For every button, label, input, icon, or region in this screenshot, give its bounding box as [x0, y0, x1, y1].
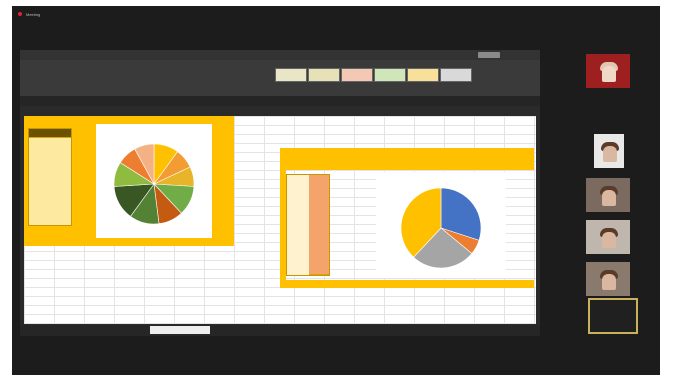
shared-screen — [20, 50, 540, 336]
meeting-window: Meeting — [12, 6, 660, 375]
left-data-table — [28, 128, 72, 226]
right-yellow-band — [280, 148, 534, 170]
worksheet-grid[interactable] — [24, 116, 536, 324]
participant-video-tile[interactable] — [586, 178, 630, 212]
participants-panel — [572, 50, 650, 340]
right-pie-chart[interactable] — [376, 172, 506, 278]
excel-ribbon — [20, 60, 540, 96]
participant-video-tile[interactable] — [586, 220, 630, 254]
cell-style-neutral[interactable] — [308, 68, 340, 82]
recording-indicator-icon — [18, 12, 22, 16]
left-pie-svg — [113, 143, 195, 225]
active-speaker-tile[interactable] — [588, 298, 638, 334]
cell-style-check[interactable] — [440, 68, 472, 82]
right-pie-slices — [400, 187, 482, 269]
cell-style-good[interactable] — [374, 68, 406, 82]
sheet-tab[interactable] — [150, 326, 210, 334]
cell-style-bad[interactable] — [341, 68, 373, 82]
meeting-topbar: Meeting — [12, 6, 660, 22]
meeting-title: Meeting — [26, 11, 41, 17]
participant-video-tile[interactable] — [586, 262, 630, 296]
right-yellow-bottom — [280, 280, 534, 288]
cell-style-normal[interactable] — [275, 68, 307, 82]
excel-status-bar — [20, 325, 540, 336]
participant-video-tile[interactable] — [586, 54, 630, 88]
left-pie-chart[interactable] — [96, 124, 212, 238]
left-pie-slices — [113, 143, 195, 225]
participant-video-tile[interactable] — [594, 134, 624, 168]
meeting-bottom-bar — [12, 344, 660, 375]
right-data-table — [286, 174, 330, 276]
right-pie-svg — [400, 187, 482, 269]
share-button[interactable] — [478, 52, 500, 58]
cell-style-calculation[interactable] — [407, 68, 439, 82]
excel-title-bar — [20, 50, 540, 60]
formula-bar[interactable] — [20, 96, 540, 106]
